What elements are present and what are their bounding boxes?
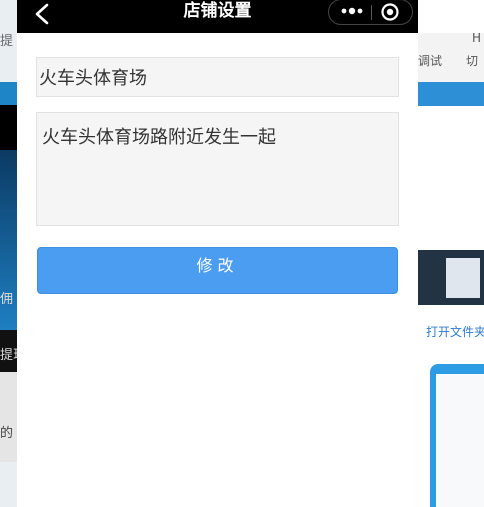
background-toolbar-cut: 切 xyxy=(466,54,479,68)
background-left-panel: 提 佣 提现 的 xyxy=(0,0,17,507)
capsule-divider xyxy=(371,5,372,20)
background-right-panel: 调试 切 H 打开文件夹 xyxy=(418,0,484,507)
chevron-left-icon[interactable] xyxy=(29,2,57,30)
more-dots-icon[interactable] xyxy=(335,0,369,24)
background-dark-strip xyxy=(0,105,17,151)
background-blue-bar xyxy=(418,82,484,106)
target-icon[interactable] xyxy=(379,1,401,23)
navigation-bar: 店铺设置 xyxy=(17,0,418,33)
modify-button[interactable]: 修改 xyxy=(37,247,398,294)
open-folder-link[interactable]: 打开文件夹 xyxy=(426,323,484,340)
background-toolbar-debug: 调试 xyxy=(418,54,443,68)
background-grey-strip xyxy=(0,372,17,462)
shop-name-input[interactable] xyxy=(36,57,399,97)
phone-screen: 店铺设置 火车头体育场路附近发生一起 修改 xyxy=(17,0,418,507)
background-text-fragment: 提现 xyxy=(0,348,17,363)
background-text-fragment: 提 xyxy=(0,34,14,49)
shop-address-textarea[interactable]: 火车头体育场路附近发生一起 xyxy=(36,112,399,226)
background-text-fragment: 的 xyxy=(0,426,14,441)
background-blue-strip xyxy=(0,82,17,106)
background-text-fragment: 佣 xyxy=(0,292,14,307)
background-toolbar: 调试 切 H xyxy=(418,31,484,84)
background-phone-mockup xyxy=(430,364,484,507)
background-toolbar-h: H xyxy=(472,31,482,45)
capsule-menu xyxy=(328,0,413,25)
background-thumbnail xyxy=(418,250,484,305)
